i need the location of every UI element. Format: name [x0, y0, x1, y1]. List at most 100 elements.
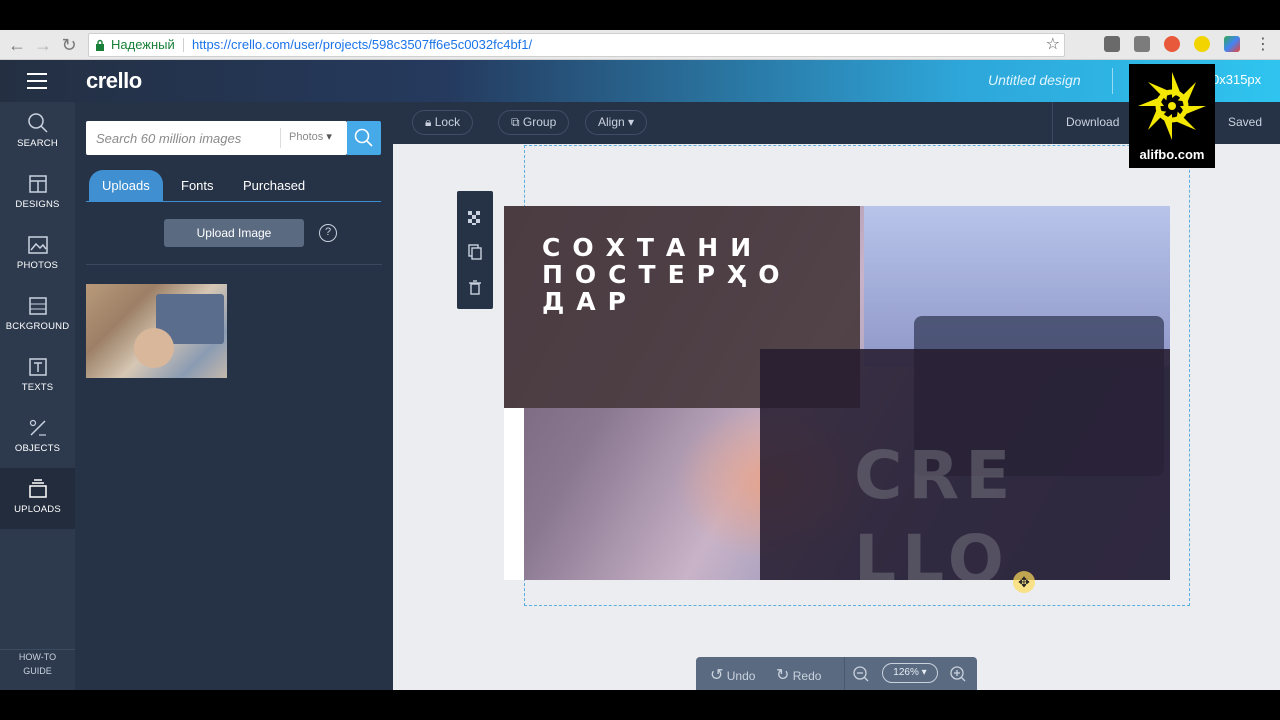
background-icon — [28, 297, 47, 315]
watermark-label: alifbo.com — [1139, 147, 1205, 162]
search-icon — [354, 128, 373, 147]
app-header: crello Untitled design 0x315px — [0, 60, 1280, 102]
howto-guide-link[interactable]: HOW-TO GUIDE — [0, 650, 75, 678]
poster-title[interactable]: СОХТАНИ ПОСТЕРҲО ДАР — [542, 234, 852, 315]
image-search-input[interactable] — [86, 121, 278, 155]
uploaded-image-thumbnail[interactable] — [86, 284, 227, 378]
extension-color-icon[interactable] — [1224, 36, 1240, 52]
alifbo-logo-icon — [1138, 72, 1206, 140]
extension-pocket-icon[interactable] — [1104, 36, 1120, 52]
search-button[interactable] — [347, 121, 381, 155]
sidebar-item-photos[interactable]: PHOTOS — [0, 224, 75, 285]
saved-status: Saved — [1228, 115, 1263, 129]
group-label: Group — [522, 115, 557, 129]
howto-line-1: HOW-TO — [18, 652, 57, 662]
sidebar-item-background[interactable]: BCKGROUND — [0, 285, 75, 346]
uploads-panel: Photos ▾ Uploads Fonts Purchased Upload … — [75, 102, 393, 690]
canvas-area: СОХТАНИ ПОСТЕРҲО ДАР CRE LLO ✥ ↺ Undo ↻ … — [393, 144, 1280, 690]
design-edge-strip — [504, 408, 524, 580]
panel-divider — [86, 264, 382, 265]
redo-button[interactable]: ↻ Redo — [776, 665, 821, 685]
tab-purchased[interactable]: Purchased — [230, 170, 318, 201]
sidebar-item-texts[interactable]: TEXTS — [0, 346, 75, 407]
undo-label: Undo — [726, 669, 756, 683]
element-tools — [457, 191, 493, 309]
uploads-icon — [28, 479, 47, 498]
poster-title-line-1: СОХТАНИ — [542, 233, 764, 262]
secure-label: Надежный — [111, 37, 175, 52]
chevron-down-icon: ▾ — [628, 115, 635, 129]
redo-icon: ↻ — [776, 667, 790, 684]
alifbo-watermark: alifbo.com — [1129, 64, 1215, 168]
move-cursor-icon: ✥ — [1013, 571, 1035, 593]
sidebar-item-designs[interactable]: DESIGNS — [0, 163, 75, 224]
align-label: Align — [598, 115, 625, 129]
align-button[interactable]: Align ▾ — [585, 110, 648, 135]
extension-yellow-icon[interactable] — [1194, 36, 1210, 52]
brand-watermark-text[interactable]: CRE LLO — [854, 434, 1016, 580]
sidebar-label: TEXTS — [21, 382, 54, 393]
search-icon — [27, 113, 48, 133]
zoom-bar: ↺ Undo ↻ Redo 126% ▾ — [696, 657, 977, 690]
poster-title-line-3: ДАР — [542, 287, 638, 316]
zoom-select[interactable]: 126% ▾ — [882, 663, 938, 683]
thumbnail-hand-shape — [134, 328, 174, 368]
zoom-out-icon[interactable] — [852, 665, 870, 683]
left-sidebar: SEARCH DESIGNS PHOTOS BCKGROUND TEXTS OB… — [0, 102, 75, 690]
reload-icon[interactable]: ↻ — [58, 34, 80, 56]
design-canvas[interactable]: СОХТАНИ ПОСТЕРҲО ДАР CRE LLO — [504, 206, 1170, 580]
photos-icon — [27, 236, 48, 254]
lock-icon: 🔒︎ — [425, 115, 432, 129]
transparency-icon[interactable] — [466, 209, 484, 227]
objects-icon — [29, 419, 46, 436]
browser-toolbar: ← → ↻ Надежный https://crello.com/user/p… — [0, 30, 1280, 60]
download-button[interactable]: Download — [1066, 115, 1119, 129]
redo-label: Redo — [792, 669, 822, 683]
zoom-divider — [844, 657, 845, 690]
design-size-label: 0x315px — [1212, 72, 1262, 87]
search-filter-select[interactable]: Photos ▾ — [289, 130, 332, 143]
design-name[interactable]: Untitled design — [988, 72, 1081, 88]
undo-button[interactable]: ↺ Undo — [710, 665, 755, 685]
bookmark-star-icon[interactable]: ☆ — [1046, 34, 1060, 56]
lock-icon — [96, 39, 104, 51]
sidebar-label: UPLOADS — [14, 504, 61, 515]
zoom-value: 126% — [893, 667, 919, 678]
address-bar[interactable]: Надежный https://crello.com/user/project… — [88, 33, 1065, 57]
sidebar-item-objects[interactable]: OBJECTS — [0, 407, 75, 468]
crello-logo[interactable]: crello — [86, 68, 142, 94]
header-divider — [1112, 68, 1113, 94]
zoom-in-icon[interactable] — [949, 665, 967, 683]
howto-line-2: GUIDE — [23, 666, 52, 676]
upload-image-button[interactable]: Upload Image — [164, 219, 304, 247]
sidebar-label: BCKGROUND — [5, 321, 70, 332]
tab-uploads[interactable]: Uploads — [89, 170, 163, 201]
browser-menu-icon[interactable]: ⋮ — [1255, 34, 1271, 54]
back-arrow-icon[interactable]: ← — [6, 34, 28, 56]
lock-button[interactable]: 🔒︎ Lock — [412, 110, 474, 135]
group-button[interactable]: ⧉ Group — [498, 110, 570, 135]
sidebar-item-search[interactable]: SEARCH — [0, 102, 75, 163]
sidebar-label: OBJECTS — [14, 443, 61, 454]
url-divider — [183, 38, 184, 52]
image-search-box: Photos ▾ — [86, 121, 347, 155]
help-icon[interactable]: ? — [319, 224, 337, 242]
sidebar-label: SEARCH — [17, 138, 58, 149]
trash-icon[interactable] — [466, 279, 484, 297]
undo-icon: ↺ — [710, 667, 724, 684]
sidebar-item-uploads[interactable]: UPLOADS — [0, 468, 75, 529]
lock-label: Lock — [434, 115, 461, 129]
brand-line-2: LLO — [854, 521, 1010, 580]
brand-line-1: CRE — [854, 437, 1017, 514]
hamburger-menu-icon[interactable] — [27, 73, 47, 89]
url-text[interactable]: https://crello.com/user/projects/598c350… — [192, 34, 532, 56]
poster-title-line-2: ПОСТЕРҲО — [542, 260, 792, 289]
extension-red-icon[interactable] — [1164, 36, 1180, 52]
tab-fonts[interactable]: Fonts — [168, 170, 227, 201]
panel-tabs: Uploads Fonts Purchased — [86, 170, 381, 202]
filter-divider — [280, 128, 281, 148]
forward-arrow-icon[interactable]: → — [32, 34, 54, 56]
duplicate-icon[interactable] — [466, 243, 484, 261]
group-icon: ⧉ — [511, 115, 520, 129]
extension-shield-icon[interactable] — [1134, 36, 1150, 52]
